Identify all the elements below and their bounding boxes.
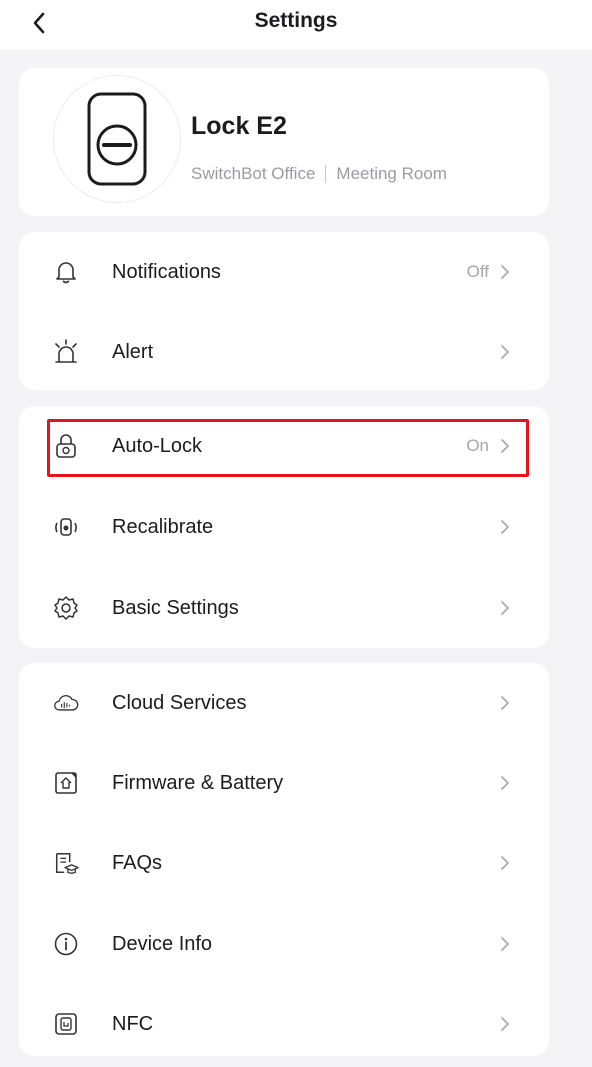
settings-group-services: Cloud Services Firmware & Battery FAQs D… bbox=[19, 663, 549, 1056]
location-room: Meeting Room bbox=[336, 164, 447, 183]
lock-device-icon bbox=[87, 92, 147, 186]
row-label: Notifications bbox=[112, 260, 221, 283]
cloud-icon bbox=[53, 690, 79, 716]
row-label: NFC bbox=[112, 1012, 154, 1035]
row-label: FAQs bbox=[112, 851, 163, 874]
nfc-icon bbox=[53, 1011, 79, 1037]
location-divider bbox=[325, 165, 327, 183]
chevron-right-icon bbox=[499, 438, 511, 454]
row-value: On bbox=[466, 436, 489, 455]
gear-icon bbox=[53, 595, 79, 621]
row-label: Auto-Lock bbox=[112, 434, 203, 457]
chevron-right-icon bbox=[499, 600, 511, 616]
recalibrate-row[interactable]: Recalibrate bbox=[19, 487, 549, 567]
basic-settings-row[interactable]: Basic Settings bbox=[19, 568, 549, 648]
chevron-right-icon bbox=[499, 936, 511, 952]
chevron-right-icon bbox=[499, 264, 511, 280]
chevron-right-icon bbox=[499, 775, 511, 791]
chevron-right-icon bbox=[499, 344, 511, 360]
firmware-icon bbox=[53, 770, 79, 796]
row-label: Device Info bbox=[112, 932, 213, 955]
padlock-icon bbox=[53, 433, 79, 459]
alarm-icon bbox=[53, 339, 79, 365]
device-avatar bbox=[53, 75, 181, 203]
device-location: SwitchBot Office Meeting Room bbox=[191, 164, 447, 184]
cloud-services-row[interactable]: Cloud Services bbox=[19, 663, 549, 743]
chevron-right-icon bbox=[499, 519, 511, 535]
chevron-right-icon bbox=[499, 695, 511, 711]
bell-icon bbox=[53, 259, 79, 285]
settings-group-notifications: Notifications Off Alert bbox=[19, 232, 549, 390]
top-bar: Settings bbox=[0, 0, 592, 50]
row-label: Cloud Services bbox=[112, 691, 247, 714]
auto-lock-row[interactable]: Auto-Lock On bbox=[19, 406, 549, 486]
device-name: Lock E2 bbox=[191, 112, 287, 140]
page-title: Settings bbox=[254, 9, 338, 32]
recalibrate-icon bbox=[53, 514, 79, 540]
firmware-battery-row[interactable]: Firmware & Battery bbox=[19, 743, 549, 823]
row-label: Basic Settings bbox=[112, 596, 239, 619]
row-label: Recalibrate bbox=[112, 515, 214, 538]
alert-row[interactable]: Alert bbox=[19, 312, 549, 390]
notifications-row[interactable]: Notifications Off bbox=[19, 232, 549, 312]
info-icon bbox=[53, 931, 79, 957]
row-value: Off bbox=[466, 262, 489, 281]
row-label: Firmware & Battery bbox=[112, 771, 284, 794]
location-home: SwitchBot Office bbox=[191, 164, 316, 183]
faq-icon bbox=[53, 850, 79, 876]
device-info-row[interactable]: Device Info bbox=[19, 904, 549, 984]
chevron-right-icon bbox=[499, 855, 511, 871]
device-card[interactable]: Lock E2 SwitchBot Office Meeting Room bbox=[19, 68, 549, 216]
chevron-right-icon bbox=[499, 1016, 511, 1032]
faqs-row[interactable]: FAQs bbox=[19, 823, 549, 903]
nfc-row[interactable]: NFC bbox=[19, 984, 549, 1056]
settings-group-lock: Auto-Lock On Recalibrate Basic Settings bbox=[19, 406, 549, 648]
row-label: Alert bbox=[112, 340, 154, 363]
